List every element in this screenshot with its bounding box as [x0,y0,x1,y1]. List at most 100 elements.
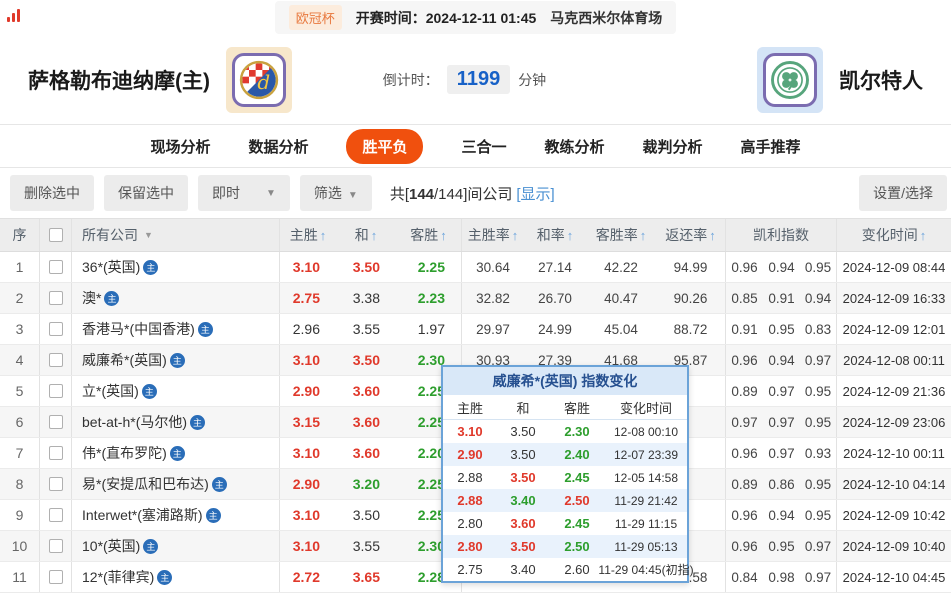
odds-away-win[interactable]: 2.25 [396,252,462,282]
company-cell[interactable]: 伟*(直布罗陀)主 [72,438,280,468]
odds-home-win[interactable]: 3.10 [280,252,336,282]
company-name: 伟*(直布罗陀) [82,443,167,463]
odds-home-win[interactable]: 3.15 [280,407,336,437]
kelly-index-1: 0.85 [726,283,763,313]
col-home-win[interactable]: 主胜↑ [280,219,336,251]
odds-draw[interactable]: 3.65 [336,562,396,592]
popup-row: 2.753.402.6011-29 04:45(初指) [443,558,687,581]
row-checkbox[interactable] [49,539,63,553]
show-link[interactable]: [显示] [516,186,554,203]
odds-draw: 3.40 [497,558,549,581]
odds-home-win[interactable]: 3.10 [280,531,336,561]
tab-win-draw-lose[interactable]: 胜平负 [346,129,423,164]
col-company[interactable]: 所有公司▼ [72,219,280,251]
row-checkbox[interactable] [49,508,63,522]
company-cell[interactable]: 立*(英国)主 [72,376,280,406]
odds-away-win[interactable]: 2.23 [396,283,462,313]
table-row: 136*(英国)主3.103.502.2530.6427.1442.2294.9… [0,252,951,283]
company-name: 12*(菲律宾) [82,567,154,587]
row-checkbox[interactable] [49,477,63,491]
select-all-checkbox[interactable] [49,228,63,242]
company-cell[interactable]: 36*(英国)主 [72,252,280,282]
company-cell[interactable]: Interwet*(塞浦路斯)主 [72,500,280,530]
odds-draw[interactable]: 3.60 [336,438,396,468]
tab-coach-analysis[interactable]: 教练分析 [545,136,605,157]
time-filter-dropdown[interactable]: 即时▼ [198,175,290,211]
checkbox-cell [40,531,72,561]
delete-selected-button[interactable]: 删除选中 [10,175,94,211]
odds-draw[interactable]: 3.20 [336,469,396,499]
sort-asc-icon: ↑ [371,228,378,243]
col-return-rate[interactable]: 返还率↑ [656,219,726,251]
odds-draw[interactable]: 3.38 [336,283,396,313]
company-cell[interactable]: bet-at-h*(马尔他)主 [72,407,280,437]
col-home-rate[interactable]: 主胜率↑ [462,219,524,251]
keep-selected-button[interactable]: 保留选中 [104,175,188,211]
odds-home-win[interactable]: 2.75 [280,283,336,313]
odds-draw[interactable]: 3.60 [336,376,396,406]
row-index: 6 [0,407,40,437]
row-checkbox[interactable] [49,415,63,429]
row-checkbox[interactable] [49,260,63,274]
odds-home-win[interactable]: 2.96 [280,314,336,344]
settings-select-button[interactable]: 设置/选择 [859,175,947,211]
odds-home-win[interactable]: 3.10 [280,500,336,530]
table-row: 3香港马*(中国香港)主2.963.551.9729.9724.9945.048… [0,314,951,345]
change-time: 12-08 00:10 [605,420,687,443]
odds-draw[interactable]: 3.50 [336,500,396,530]
company-name: bet-at-h*(马尔他) [82,412,187,432]
odds-draw[interactable]: 3.50 [336,345,396,375]
row-checkbox[interactable] [49,291,63,305]
col-draw-rate[interactable]: 和率↑ [524,219,586,251]
select-all-cell [40,219,72,251]
row-checkbox[interactable] [49,446,63,460]
filter-dropdown[interactable]: 筛选▼ [300,175,372,211]
home-win-rate: 29.97 [462,314,524,344]
col-change-time[interactable]: 变化时间↑ [837,219,951,251]
away-win-rate: 42.22 [586,252,656,282]
company-cell[interactable]: 澳*主 [72,283,280,313]
col-draw[interactable]: 和↑ [336,219,396,251]
odds-draw[interactable]: 3.60 [336,407,396,437]
row-checkbox[interactable] [49,353,63,367]
col-away-win[interactable]: 客胜↑ [396,219,462,251]
odds-draw[interactable]: 3.55 [336,531,396,561]
popup-row: 3.103.502.3012-08 00:10 [443,420,687,443]
odds-away-win: 2.50 [549,489,605,512]
company-cell[interactable]: 威廉希*(英国)主 [72,345,280,375]
kelly-index-3: 0.83 [800,314,837,344]
match-header: 萨格勒布迪纳摩(主) [0,35,951,125]
company-cell[interactable]: 12*(菲律宾)主 [72,562,280,592]
company-cell[interactable]: 香港马*(中国香港)主 [72,314,280,344]
change-time: 11-29 05:13 [605,535,687,558]
odds-home-win[interactable]: 3.10 [280,345,336,375]
row-checkbox[interactable] [49,570,63,584]
company-cell[interactable]: 易*(安提瓜和巴布达)主 [72,469,280,499]
tab-data-analysis[interactable]: 数据分析 [248,136,308,157]
kelly-index-3: 0.95 [800,376,837,406]
odds-home-win[interactable]: 2.72 [280,562,336,592]
odds-draw[interactable]: 3.55 [336,314,396,344]
odds-away-win[interactable]: 1.97 [396,314,462,344]
odds-home-win: 2.75 [443,558,497,581]
away-team: 凯尔特人 [757,47,923,113]
row-index: 2 [0,283,40,313]
celtic-crest-icon [763,53,817,107]
kelly-index-1: 0.96 [726,500,763,530]
tab-referee-analysis[interactable]: 裁判分析 [643,136,703,157]
odds-home-win[interactable]: 3.10 [280,438,336,468]
odds-home-win[interactable]: 2.90 [280,376,336,406]
tab-three-in-one[interactable]: 三合一 [461,136,506,157]
checkbox-cell [40,469,72,499]
row-checkbox[interactable] [49,322,63,336]
row-checkbox[interactable] [49,384,63,398]
company-cell[interactable]: 10*(英国)主 [72,531,280,561]
company-count: 共[144/144]间公司[显示] [390,183,555,204]
checkbox-cell [40,283,72,313]
odds-home-win[interactable]: 2.90 [280,469,336,499]
odds-draw[interactable]: 3.50 [336,252,396,282]
change-time: 2024-12-09 08:44 [837,252,951,282]
col-away-rate[interactable]: 客胜率↑ [586,219,656,251]
tab-expert-recommend[interactable]: 高手推荐 [741,136,801,157]
tab-live-analysis[interactable]: 现场分析 [150,136,210,157]
